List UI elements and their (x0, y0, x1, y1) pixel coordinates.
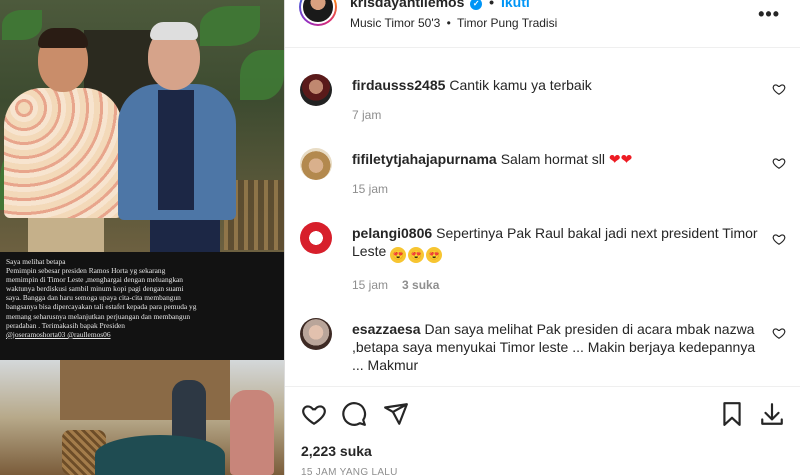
image-caption-box: Saya melihat betapa Pemimpin sebesar pre… (0, 252, 284, 360)
heart-eyes-emoji: 😍 (390, 247, 407, 263)
heart-outline-icon[interactable] (772, 326, 786, 340)
red-heart-emoji: ❤ (608, 151, 621, 167)
commenter-username[interactable]: firdausss2485 (352, 77, 445, 93)
heart-eyes-emoji: 😍 (408, 247, 425, 263)
comment-text: firdausss2485 Cantik kamu ya terbaik (352, 76, 760, 94)
like-heart-icon[interactable] (301, 401, 327, 427)
image-caption-text: Saya melihat betapa Pemimpin sebesar pre… (6, 257, 197, 330)
comment-meta: 15 jam (352, 182, 402, 196)
comment-content: Salam hormat sll (500, 151, 605, 167)
location-link[interactable]: Timor Pung Tradisi (457, 16, 557, 30)
person-left-legs (28, 214, 104, 254)
comment-time[interactable]: 15 jam (352, 278, 388, 292)
commenter-username[interactable]: pelangi0806 (352, 225, 432, 241)
comment-meta: 7 jam (352, 108, 395, 122)
post-timestamp[interactable]: 15 JAM YANG LALU (301, 467, 398, 475)
more-options-icon[interactable]: ••• (758, 4, 780, 25)
verified-icon: ✓ (470, 0, 483, 10)
commenter-avatar[interactable] (300, 148, 332, 180)
comment-text: pelangi0806 Sepertinya Pak Raul bakal jad… (352, 224, 760, 263)
separator-dot: • (489, 0, 495, 10)
post-actions: 2,223 suka 15 JAM YANG LALU (285, 386, 800, 475)
commenter-avatar[interactable] (300, 74, 332, 106)
table (95, 435, 225, 475)
download-icon[interactable] (759, 401, 785, 427)
heart-outline-icon[interactable] (772, 82, 786, 96)
image-caption-tags: @joseramoshorta03 @raullemos06 (6, 329, 111, 339)
post-header: krisdayantilemos ✓ • Ikuti Music Timor 5… (285, 0, 800, 48)
likes-count[interactable]: 2,223 suka (301, 443, 372, 459)
separator-dot: • (446, 16, 451, 30)
red-heart-emoji: ❤ (620, 151, 633, 167)
person-right-hair (150, 22, 198, 40)
author-username[interactable]: krisdayantilemos (350, 0, 464, 10)
post-image[interactable]: Saya melihat betapa Pemimpin sebesar pre… (0, 0, 284, 475)
comment-content: Cantik kamu ya terbaik (449, 77, 592, 93)
person-right-legs (150, 216, 220, 256)
heart-outline-icon[interactable] (772, 232, 786, 246)
commenter-username[interactable]: esazzaesa (352, 321, 421, 337)
person-right-shirt (158, 90, 194, 210)
author-avatar[interactable] (299, 0, 337, 26)
foliage (200, 6, 260, 46)
comment-icon[interactable] (341, 401, 367, 427)
commenter-avatar[interactable] (300, 318, 332, 350)
comment-time[interactable]: 7 jam (352, 108, 381, 122)
post-subtitle: Music Timor 50'3 • Timor Pung Tradisi (350, 16, 557, 30)
bookmark-icon[interactable] (719, 401, 745, 427)
commenter-avatar[interactable] (300, 222, 332, 254)
audio-link[interactable]: Music Timor 50'3 (350, 16, 440, 30)
comment-text: fifiletytjahajapurnama Salam hormat sll ❤… (352, 150, 760, 168)
heart-eyes-emoji: 😍 (426, 247, 443, 263)
commenter-username[interactable]: fifiletytjahajapurnama (352, 151, 497, 167)
comment-text: esazzaesa Dan saya melihat Pak presiden d… (352, 320, 760, 374)
author-line: krisdayantilemos ✓ • Ikuti (350, 0, 530, 10)
heart-outline-icon[interactable] (772, 156, 786, 170)
person-left-hair (38, 28, 88, 48)
comment-time[interactable]: 15 jam (352, 182, 388, 196)
share-icon[interactable] (383, 401, 409, 427)
foliage (2, 10, 42, 40)
photo-two-men (0, 0, 284, 256)
comments-list[interactable]: firdausss2485 Cantik kamu ya terbaik 7 ja… (285, 48, 800, 386)
comment-likes[interactable]: 3 suka (402, 278, 439, 292)
foliage (240, 50, 284, 100)
photo-cafe-table (0, 360, 284, 475)
person-left-shirt (4, 88, 122, 218)
standing-person (230, 390, 274, 475)
follow-button[interactable]: Ikuti (501, 0, 530, 10)
comment-meta: 15 jam 3 suka (352, 278, 453, 292)
